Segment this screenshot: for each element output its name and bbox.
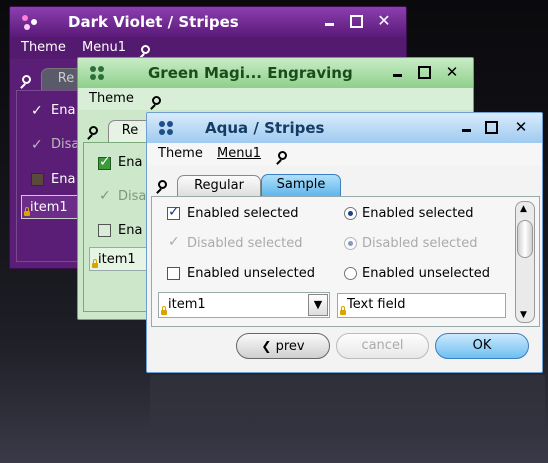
checkbox-disabled-selected: ✓ <box>31 137 43 153</box>
close-icon[interactable]: ✕ <box>513 119 529 135</box>
scroll-thumb[interactable] <box>517 220 533 258</box>
checkbox-label: Ena <box>118 223 143 238</box>
checkbox-label: Ena <box>51 172 76 187</box>
search-icon[interactable] <box>152 96 161 105</box>
ok-button[interactable]: OK <box>435 333 529 359</box>
chevron-down-icon[interactable]: ▼ <box>308 294 328 316</box>
menu-menu1[interactable]: Menu1 <box>217 146 261 161</box>
window-body: Regular Sample ✓ Enabled selected ✓ Disa… <box>147 165 542 372</box>
minimize-icon[interactable] <box>459 119 475 135</box>
text-field[interactable]: Text field <box>337 293 506 318</box>
checkbox-enabled-unselected[interactable] <box>31 173 44 186</box>
checkbox-enabled-unselected[interactable] <box>167 267 180 280</box>
search-icon[interactable] <box>278 151 287 160</box>
window-title: Green Magi... Engraving <box>148 64 353 82</box>
menu-theme[interactable]: Theme <box>158 146 203 161</box>
check-icon: ✓ <box>99 154 111 170</box>
window-title: Aqua / Stripes <box>205 119 325 137</box>
maximize-icon[interactable] <box>483 119 499 135</box>
checkbox-label: Enabled selected <box>187 206 299 221</box>
checkbox-label: Ena <box>51 103 76 118</box>
close-icon[interactable]: ✕ <box>444 64 460 80</box>
tab-regular[interactable]: Regular <box>177 175 261 197</box>
title-bar[interactable]: Dark Violet / Stripes ✕ <box>10 7 406 37</box>
checkbox-label: Enabled unselected <box>187 266 316 281</box>
radio-disabled-selected <box>344 237 357 250</box>
search-icon[interactable] <box>141 45 150 54</box>
tab-panel: ✓ Enabled selected ✓ Disabled selected E… <box>151 196 540 327</box>
menu-bar: Theme Menu1 <box>147 143 542 165</box>
checkbox-disabled-selected: ✓ <box>99 188 111 204</box>
minimize-icon[interactable] <box>322 13 338 29</box>
minimize-icon[interactable] <box>390 64 406 80</box>
lock-icon <box>340 306 346 315</box>
check-icon: ✓ <box>168 204 180 220</box>
checkbox-enabled-selected[interactable]: ✓ <box>31 104 43 118</box>
scroll-down-icon[interactable]: ▼ <box>520 310 527 320</box>
app-logo-icon <box>159 121 175 137</box>
combo-box[interactable]: item1 ▼ <box>158 292 330 318</box>
checkbox-disabled-selected: ✓ <box>168 234 180 250</box>
scroll-up-icon[interactable]: ▲ <box>520 204 527 214</box>
maximize-icon[interactable] <box>416 64 432 80</box>
title-bar[interactable]: Green Magi... Engraving ✕ <box>78 58 473 88</box>
lock-icon <box>161 306 167 315</box>
menu-menu1[interactable]: Menu1 <box>82 40 126 55</box>
checkbox-label: Disa <box>51 137 80 152</box>
app-logo-icon <box>22 15 38 31</box>
radio-enabled-selected[interactable] <box>344 207 357 220</box>
cancel-button: cancel <box>336 333 429 359</box>
window-aqua: Aqua / Stripes ✕ Theme Menu1 Regular Sam… <box>146 112 543 373</box>
title-bar[interactable]: Aqua / Stripes ✕ <box>147 113 542 143</box>
search-icon[interactable] <box>22 75 31 84</box>
prev-button[interactable]: ❮ prev <box>236 333 330 359</box>
radio-label: Disabled selected <box>362 236 478 251</box>
combo-box[interactable]: item1 <box>89 247 149 271</box>
menu-bar: Theme <box>78 88 473 110</box>
checkbox-label: Disabled selected <box>187 236 303 251</box>
radio-label: Enabled unselected <box>362 266 491 281</box>
checkbox-enabled-unselected[interactable] <box>98 224 111 237</box>
maximize-icon[interactable] <box>348 13 364 29</box>
menu-theme[interactable]: Theme <box>21 40 66 55</box>
checkbox-label: Ena <box>118 155 143 170</box>
menu-theme[interactable]: Theme <box>89 91 134 106</box>
checkbox-label: Disa <box>118 189 147 204</box>
vertical-scrollbar[interactable]: ▲ ▼ <box>515 201 535 323</box>
radio-enabled-unselected[interactable] <box>344 267 357 280</box>
app-logo-icon <box>90 66 106 82</box>
window-reflection <box>150 375 545 435</box>
search-icon[interactable] <box>158 180 167 189</box>
tab-sample[interactable]: Sample <box>261 174 341 197</box>
radio-label: Enabled selected <box>362 206 474 221</box>
close-icon[interactable]: ✕ <box>376 13 392 29</box>
menu-bar: Theme Menu1 <box>10 37 406 59</box>
window-title: Dark Violet / Stripes <box>68 13 239 31</box>
search-icon[interactable] <box>89 126 98 135</box>
